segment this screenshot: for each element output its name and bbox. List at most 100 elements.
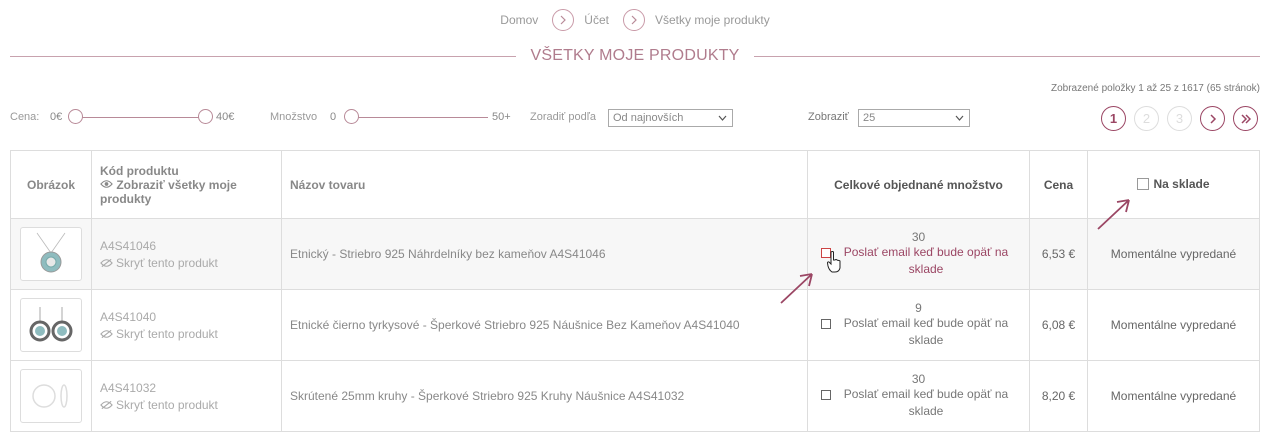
ordered-qty: 30 (911, 372, 926, 386)
table-header-row: Obrázok Kód produktu Zobraziť všetky moj… (10, 150, 1260, 219)
stock-status: Momentálne vypredané (1087, 289, 1260, 361)
ordered-qty: 9 (915, 301, 922, 315)
qty-min: 0 (330, 111, 337, 123)
show-select[interactable]: 25 (858, 109, 970, 127)
chevron-down-icon (955, 115, 964, 121)
notify-option[interactable]: Poslať email keď bude opäť na sklade (816, 386, 1021, 420)
earrings-image (29, 307, 73, 342)
header-code-label: Kód produktu (100, 163, 179, 178)
eye-slash-icon (100, 329, 113, 338)
breadcrumb: Domov Účet Všetky moje produkty (0, 9, 1270, 31)
price-slider-min-handle[interactable] (68, 109, 83, 124)
header-image: Obrázok (10, 150, 92, 219)
product-thumbnail[interactable] (20, 369, 82, 423)
show-all-products-label: Zobraziť všetky moje produkty (100, 177, 237, 206)
table-row: A4S41040 Skryť tento produkt Etnické čie… (10, 289, 1260, 361)
price: 6,08 € (1029, 289, 1088, 361)
next-page-button[interactable] (1200, 106, 1225, 131)
page-title: VŠETKY MOJE PRODUKTY (530, 47, 740, 64)
chevron-right-icon (1209, 113, 1216, 124)
price-slider-track[interactable] (74, 117, 208, 118)
product-code: A4S41040 (100, 309, 157, 324)
chevron-right-icon (552, 9, 575, 31)
page-title-row: VŠETKY MOJE PRODUKTY (10, 47, 1261, 65)
qty-cell: 30 Poslať email keď bude opäť na sklade (807, 360, 1030, 432)
price-max: 40€ (216, 111, 235, 123)
breadcrumb-account[interactable]: Účet (584, 13, 609, 27)
page-1-button[interactable]: 1 (1101, 106, 1126, 131)
hoop-earrings-image (32, 384, 68, 408)
price-slider-max-handle[interactable] (198, 109, 213, 124)
header-price: Cena (1029, 150, 1088, 219)
in-stock-filter-checkbox[interactable] (1137, 177, 1150, 190)
show-all-products-link[interactable]: Zobraziť všetky moje produkty (100, 178, 273, 206)
notify-checkbox[interactable] (821, 319, 831, 329)
header-stock-label: Na sklade (1153, 176, 1210, 191)
annotation-arrow-icon (780, 273, 813, 304)
product-code-cell: A4S41046 Skryť tento produkt (91, 218, 282, 290)
product-code-cell: A4S41032 Skryť tento produkt (91, 360, 282, 432)
divider (753, 55, 1261, 57)
hand-cursor-icon (826, 251, 841, 273)
qty-label: Množstvo (270, 111, 318, 123)
sort-label: Zoradiť podľa (530, 111, 597, 123)
necklace-image (36, 232, 66, 273)
breadcrumb-current: Všetky moje produkty (654, 13, 770, 27)
product-image-cell (10, 218, 92, 290)
eye-slash-icon (100, 258, 113, 267)
product-name[interactable]: Etnický - Striebro 925 Náhrdelníky bez k… (281, 218, 808, 290)
hide-product-label: Skryť tento produkt (116, 255, 218, 270)
chevron-down-icon (718, 115, 727, 121)
eye-icon (100, 179, 113, 188)
qty-slider-handle[interactable] (344, 109, 359, 124)
product-thumbnail[interactable] (20, 227, 82, 281)
page-2-button[interactable]: 2 (1134, 106, 1159, 131)
product-code: A4S41046 (100, 238, 157, 253)
qty-slider-track[interactable] (350, 117, 488, 118)
product-name[interactable]: Skrútené 25mm kruhy - Šperkové Striebro … (281, 360, 808, 432)
double-chevron-right-icon (1240, 113, 1251, 124)
hide-product-label: Skryť tento produkt (116, 397, 218, 412)
qty-max: 50+ (492, 111, 511, 123)
divider (10, 55, 517, 57)
sort-select-value: Od najnovších (613, 112, 684, 124)
header-name: Názov tovaru (281, 150, 808, 219)
hide-product-label: Skryť tento produkt (116, 326, 218, 341)
header-qty: Celkové objednané množstvo (807, 150, 1030, 219)
product-image-cell (10, 289, 92, 361)
pagination: 1 2 3 (1101, 106, 1258, 131)
price-label: Cena: (10, 111, 40, 123)
notify-checkbox[interactable] (821, 390, 831, 400)
table-row: A4S41032 Skryť tento produkt Skrútené 25… (10, 360, 1260, 432)
notify-option[interactable]: Poslať email keď bude opäť na sklade (816, 244, 1021, 278)
items-info: Zobrazené položky 1 až 25 z 1617 (65 str… (1050, 83, 1260, 94)
last-page-button[interactable] (1233, 106, 1258, 131)
hide-product-link[interactable]: Skryť tento produkt (100, 256, 273, 270)
product-thumbnail[interactable] (20, 298, 82, 352)
product-code-cell: A4S41040 Skryť tento produkt (91, 289, 282, 361)
header-code: Kód produktu Zobraziť všetky moje produk… (91, 150, 282, 219)
notify-option[interactable]: Poslať email keď bude opäť na sklade (816, 315, 1021, 349)
breadcrumb-home[interactable]: Domov (500, 13, 538, 27)
show-label: Zobraziť (808, 111, 849, 123)
product-name[interactable]: Etnické čierno tyrkysové - Šperkové Stri… (281, 289, 808, 361)
filters-bar: Cena: 0€ 40€ Množstvo 0 50+ Zoradiť podľ… (10, 108, 1260, 130)
chevron-right-icon (622, 9, 645, 31)
page-3-button[interactable]: 3 (1167, 106, 1192, 131)
show-select-value: 25 (863, 112, 876, 124)
notify-label: Poslať email keď bude opäť na sklade (843, 245, 1009, 276)
price: 8,20 € (1029, 360, 1088, 432)
notify-label: Poslať email keď bude opäť na sklade (843, 316, 1009, 347)
product-image-cell (10, 360, 92, 432)
ordered-qty: 30 (911, 230, 926, 244)
hide-product-link[interactable]: Skryť tento produkt (100, 398, 273, 412)
stock-status: Momentálne vypredané (1087, 360, 1260, 432)
sort-select[interactable]: Od najnovších (608, 109, 733, 127)
table-row: A4S41046 Skryť tento produkt Etnický - S… (10, 218, 1260, 290)
product-code: A4S41032 (100, 380, 157, 395)
annotation-arrow-icon (1097, 199, 1130, 230)
price: 6,53 € (1029, 218, 1088, 290)
products-table: Obrázok Kód produktu Zobraziť všetky moj… (10, 150, 1260, 432)
hide-product-link[interactable]: Skryť tento produkt (100, 327, 273, 341)
notify-label: Poslať email keď bude opäť na sklade (843, 387, 1009, 418)
